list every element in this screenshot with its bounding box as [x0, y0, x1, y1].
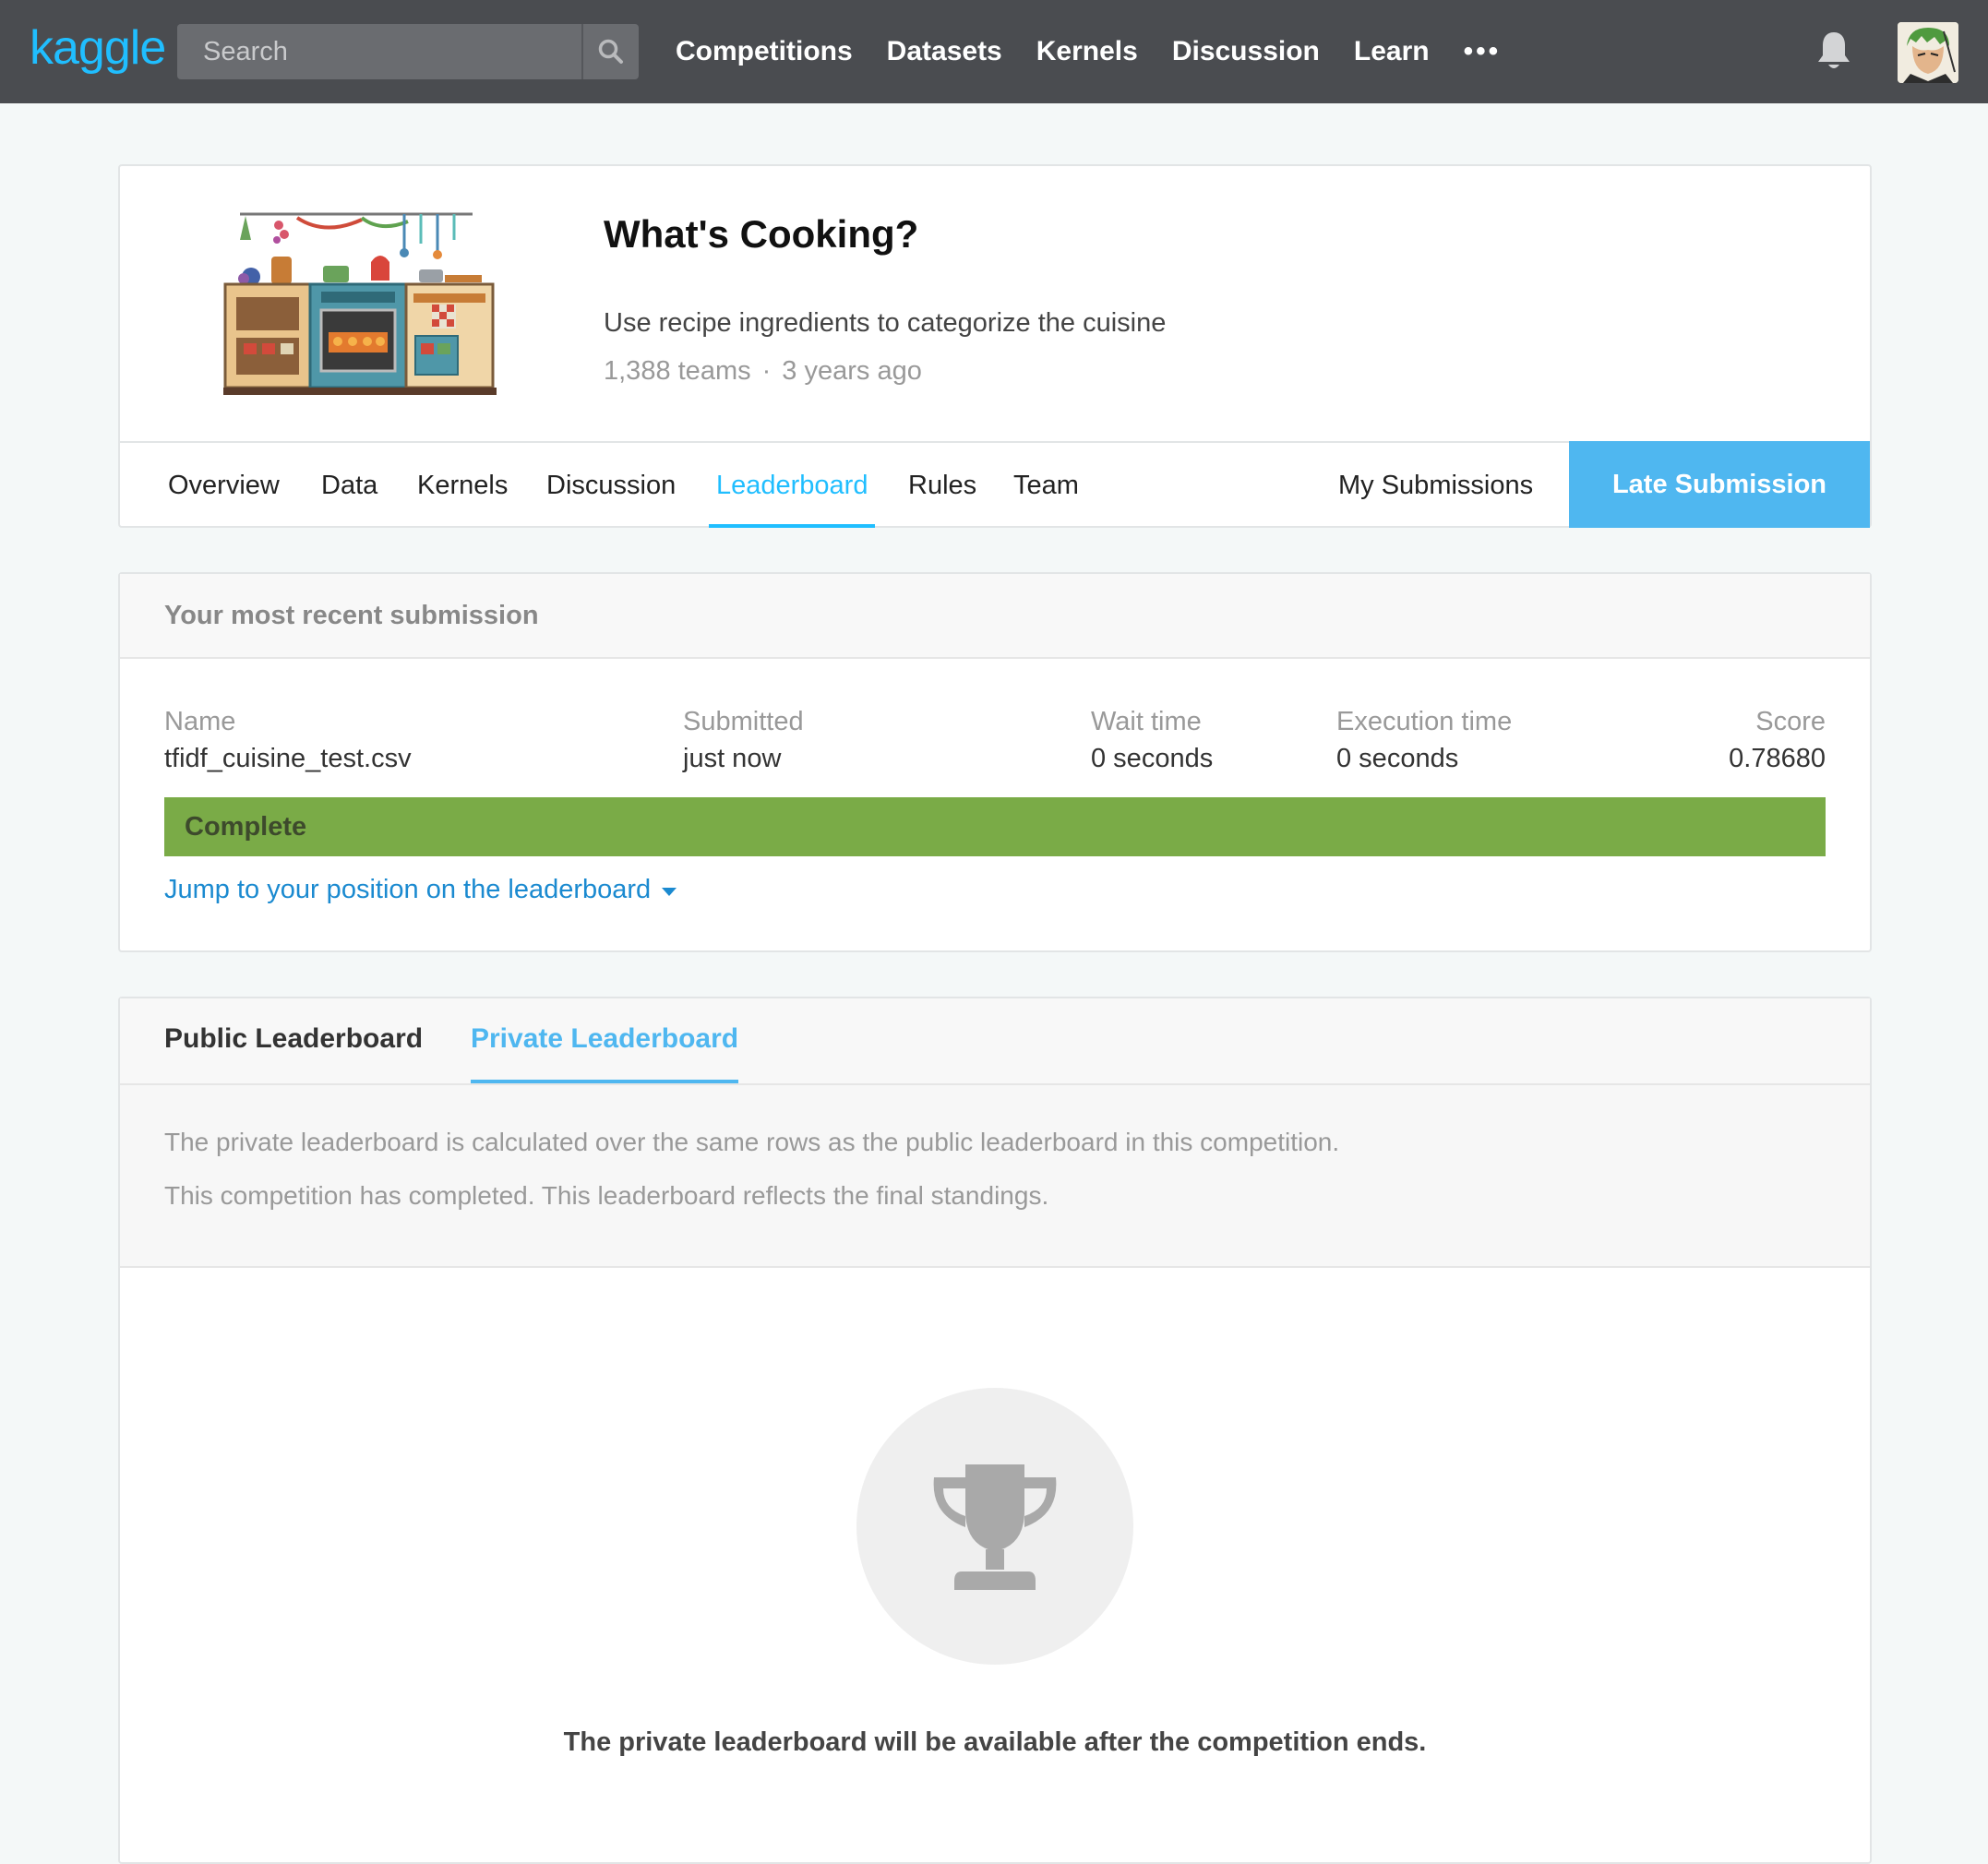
leaderboard-empty-title: The private leaderboard will be availabl… [563, 1727, 1427, 1757]
top-navbar: kaggle Competitions Datasets Kernels Dis… [0, 0, 1988, 103]
competition-tabs: Overview Data Kernels Discussion Leaderb… [120, 441, 1870, 528]
tab-team[interactable]: Team [1013, 443, 1079, 528]
score-label: Score [1755, 707, 1826, 736]
tab-leaderboard[interactable]: Leaderboard [709, 443, 876, 528]
competition-title: What's Cooking? [604, 212, 919, 256]
tab-data[interactable]: Data [321, 443, 377, 528]
jump-to-position-link[interactable]: Jump to your position on the leaderboard [164, 875, 677, 905]
jump-link-label: Jump to your position on the leaderboard [164, 875, 652, 904]
competition-header-card: What's Cooking? Use recipe ingredients t… [118, 164, 1872, 528]
main-nav: Competitions Datasets Kernels Discussion… [676, 0, 1501, 103]
tab-public-leaderboard[interactable]: Public Leaderboard [164, 998, 423, 1083]
recent-submission-card: Your most recent submission Name tfidf_c… [118, 572, 1872, 952]
execution-time-label: Execution time [1336, 707, 1513, 736]
meta-separator: · [761, 356, 772, 386]
late-submission-button[interactable]: Late Submission [1569, 441, 1870, 528]
nav-competitions[interactable]: Competitions [676, 36, 853, 67]
competition-thumbnail [223, 212, 497, 395]
nav-datasets[interactable]: Datasets [887, 36, 1002, 67]
competition-description: Use recipe ingredients to categorize the… [604, 308, 1167, 338]
team-count: 1,388 teams [604, 356, 751, 386]
wait-time-label: Wait time [1091, 707, 1202, 736]
search-icon [598, 39, 623, 64]
avatar-image-icon [1898, 22, 1958, 83]
tab-discussion[interactable]: Discussion [546, 443, 676, 528]
nav-learn[interactable]: Learn [1354, 36, 1430, 67]
recent-submission-heading: Your most recent submission [120, 574, 1870, 659]
competition-age: 3 years ago [782, 356, 922, 386]
trophy-icon [933, 1464, 1057, 1590]
leaderboard-info: The private leaderboard is calculated ov… [120, 1085, 1870, 1268]
nav-kernels[interactable]: Kernels [1036, 36, 1138, 67]
tab-overview[interactable]: Overview [168, 443, 280, 528]
name-column-label: Name [164, 707, 236, 736]
my-submissions-link[interactable]: My Submissions [1338, 443, 1533, 528]
submission-status-bar: Complete [164, 797, 1826, 856]
tab-private-leaderboard[interactable]: Private Leaderboard [471, 998, 739, 1083]
leaderboard-info-line-2: This competition has completed. This lea… [164, 1181, 1049, 1210]
search-input[interactable] [177, 24, 581, 79]
tab-kernels[interactable]: Kernels [417, 443, 508, 528]
score-value: 0.78680 [1729, 744, 1826, 773]
tab-rules[interactable]: Rules [908, 443, 976, 528]
execution-time-value: 0 seconds [1336, 744, 1459, 773]
leaderboard-info-line-1: The private leaderboard is calculated ov… [164, 1128, 1340, 1156]
wait-time-value: 0 seconds [1091, 744, 1214, 773]
notification-bell-icon[interactable] [1814, 30, 1853, 72]
nav-discussion[interactable]: Discussion [1172, 36, 1320, 67]
leaderboard-card: Public Leaderboard Private Leaderboard T… [118, 997, 1872, 1864]
user-avatar[interactable] [1898, 22, 1958, 83]
submitted-column-label: Submitted [683, 707, 804, 736]
caret-down-icon [662, 888, 677, 896]
kaggle-logo[interactable]: kaggle [30, 20, 166, 76]
submission-file-name: tfidf_cuisine_test.csv [164, 744, 412, 773]
more-menu-icon[interactable]: ••• [1464, 36, 1502, 67]
competition-meta: 1,388 teams · 3 years ago [604, 356, 922, 387]
search-box [177, 24, 639, 79]
trophy-placeholder [856, 1388, 1133, 1665]
search-button[interactable] [581, 24, 639, 79]
leaderboard-tabs: Public Leaderboard Private Leaderboard [120, 998, 1870, 1085]
submitted-value: just now [683, 744, 782, 773]
